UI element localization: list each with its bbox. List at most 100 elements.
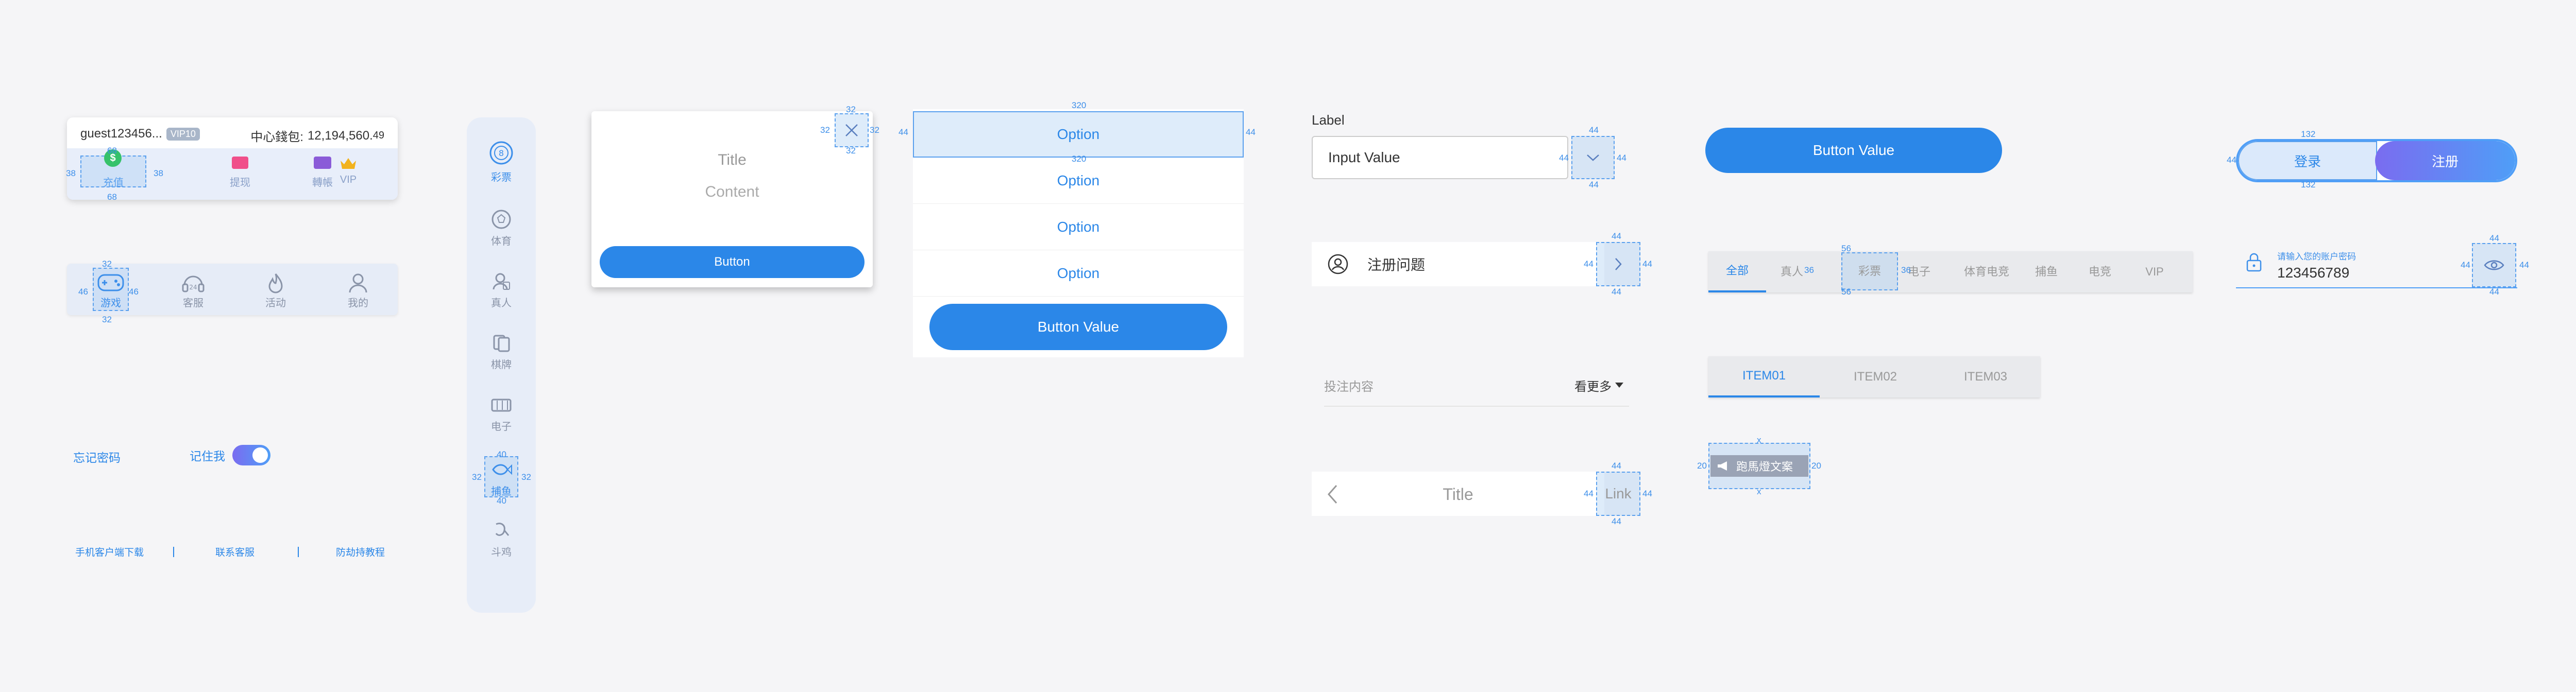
password-label: 请输入您的账户密码 [2277,252,2356,262]
nav-bar-title: Title [1443,485,1473,504]
remember-me-label: 记住我 [190,449,225,463]
side-nav-lottery[interactable]: 8 彩票 [467,140,536,184]
action-option[interactable]: Option [913,204,1244,250]
dim-left: 32 [820,125,830,135]
dim-bottom: 40 [497,496,506,506]
select-input[interactable]: Input Value [1312,136,1568,179]
chevron-right-icon[interactable] [1596,242,1640,286]
fish-icon [492,464,512,475]
crown-icon [341,158,356,169]
auth-toggle: 登录 注册 [2236,139,2517,182]
footer-link-download[interactable]: 手机客户端下载 [75,545,173,559]
field-label: Label [1312,112,1345,128]
side-nav-cockfight[interactable]: 斗鸡 [467,520,536,559]
action-option[interactable]: Option [913,250,1244,297]
side-nav-slots[interactable]: 电子 [467,394,536,433]
dim-right: 32 [870,125,879,135]
tab-item02[interactable]: ITEM02 [1820,356,1931,397]
footer-link-anti-hijack[interactable]: 防劫持教程 [336,545,385,559]
tab-label: 电竞 [2088,265,2111,278]
action-label: VIP [340,174,357,185]
remember-me-toggle[interactable] [232,445,270,465]
tab-item01[interactable]: ITEM01 [1708,356,1820,397]
flame-icon [268,273,283,293]
tab-label: ITEM01 [1742,369,1786,383]
dim-bottom: 44 [1612,287,1621,297]
dim-left: 46 [78,287,88,297]
vip-action-inner[interactable]: VIP [333,153,364,189]
marquee-text: 跑馬燈文案 [1736,460,1793,473]
dim-top: x [1757,435,1761,445]
gamepad-icon [97,274,124,291]
dim-bottom: 320 [1072,154,1087,164]
dim-left: 44 [1584,259,1594,269]
dim-top: 32 [846,105,856,114]
tab-sports[interactable]: 体育电竞 [1951,251,2023,292]
tab-esports[interactable]: 电竞 [2079,251,2121,292]
side-nav-live[interactable]: 真人 [467,271,536,309]
nav-item-games[interactable]: 游戏 [94,270,128,309]
dim-left: 32 [472,472,482,482]
password-value: 123456789 [2277,265,2350,281]
chevron-down-icon[interactable] [1571,136,1615,179]
footer-link-support[interactable]: 联系客服 [215,545,298,559]
tab-lottery[interactable]: 彩票 [1841,252,1898,290]
side-nav-chess[interactable]: 棋牌 [467,333,536,371]
action-label: 充值 [103,177,124,188]
option-label: Option [1057,172,1100,188]
game-tabs: 全部 真人 彩票 电子 体育电竞 捕鱼 电竞 VIP [1708,251,2193,292]
see-more-link[interactable]: 看更多 [1574,376,1624,394]
dim-bottom: 44 [1612,516,1621,526]
nav-label: 我的 [348,298,368,309]
list-cell-register[interactable]: 注册问题 [1312,242,1604,286]
dim-right: 44 [2519,260,2529,270]
list-cell-label: 注册问题 [1367,257,1426,273]
dim-top: 44 [2489,233,2499,243]
svg-text:24: 24 [189,284,197,291]
footer-links: 手机客户端下载 联系客服 防劫持教程 [75,545,385,559]
nav-bar-link[interactable]: Link [1596,472,1640,516]
withdraw-action[interactable]: 提现 [225,153,256,189]
bottom-nav: 游戏 24 客服 活动 我的 [67,264,398,315]
forgot-password-link[interactable]: 忘记密码 [73,448,121,465]
dim-bottom: 32 [102,315,112,324]
modal-button[interactable]: Button [600,246,865,278]
tab-label: ITEM02 [1853,370,1897,384]
vip-badge: VIP10 [166,127,200,141]
nav-item-service[interactable]: 24 客服 [175,272,211,309]
nav-bar: Title [1312,472,1604,516]
dim-bottom: 56 [1841,287,1851,297]
option-label: Option [1057,218,1100,235]
nav-item-events[interactable]: 活动 [258,272,294,309]
username: guest123456... [80,127,162,141]
person-circle-icon [1328,254,1348,274]
action-label: 提现 [230,177,250,188]
dim-left: 44 [1584,489,1594,498]
action-sheet-button[interactable]: Button Value [929,304,1227,350]
close-icon[interactable] [835,113,869,147]
action-option[interactable]: Option [913,158,1244,204]
tab-fishing[interactable]: 捕鱼 [2026,251,2067,292]
side-nav-sports[interactable]: 体育 [467,209,536,248]
wallet-label: 中心錢包: [250,130,303,144]
wallet-amount: 12,194,560. [307,128,373,143]
eye-icon[interactable] [2472,243,2516,287]
primary-button[interactable]: Button Value [1705,128,2002,173]
tab-all[interactable]: 全部 [1708,251,1766,292]
wallet: 中心錢包: 12,194,560. 49 [250,127,384,145]
dim-left: 44 [2227,155,2236,165]
login-tab[interactable]: 登录 [2238,141,2377,180]
dim-right: 46 [129,287,139,297]
option-label: Option [1057,265,1100,281]
slot-machine-icon [491,399,512,412]
register-tab[interactable]: 注册 [2375,141,2515,180]
tab-vip[interactable]: VIP [2134,251,2175,292]
action-option[interactable]: Option [913,111,1244,158]
vip-action[interactable] [388,153,398,189]
tab-item03[interactable]: ITEM03 [1931,356,2040,397]
dim-bottom: 68 [107,192,117,202]
megaphone-icon [1718,461,1727,471]
nav-item-mine[interactable]: 我的 [340,272,376,309]
dim-left: 44 [1559,153,1569,163]
toggle-knob [252,447,268,463]
